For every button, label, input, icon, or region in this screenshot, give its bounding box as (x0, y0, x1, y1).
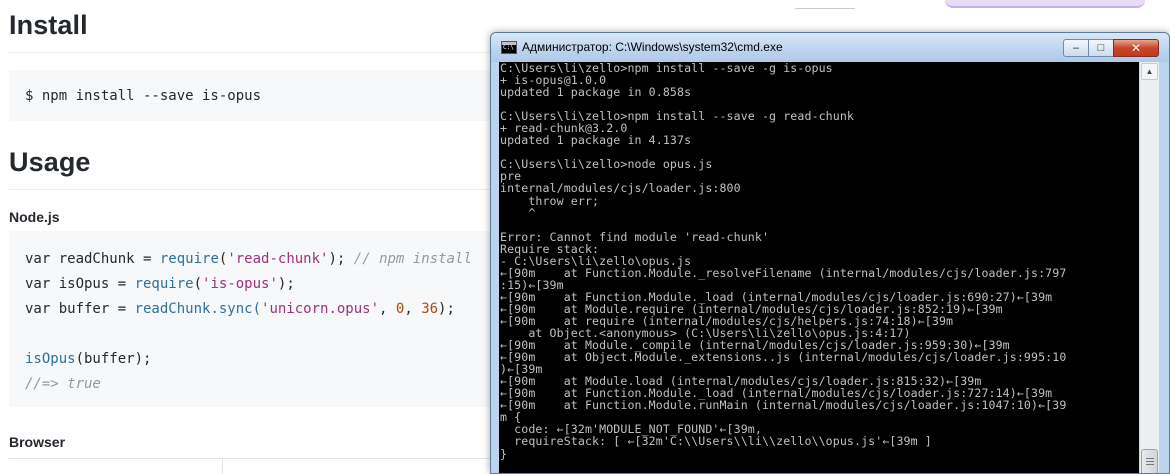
code-comment: // npm install (353, 251, 472, 267)
install-command: $ npm install --save is-opus (25, 88, 262, 104)
code-method: .sync( (210, 301, 262, 317)
usage-code-block[interactable]: var readChunk = require('read-chunk'); /… (9, 231, 499, 407)
code-text: (buffer); (75, 351, 152, 367)
code-line: var readChunk = require('read-chunk'); /… (25, 247, 499, 272)
vertical-scrollbar[interactable]: ▲ (1139, 62, 1159, 473)
code-line: var isOpus = require('is-opus'); (25, 272, 499, 297)
code-line: //=> true (25, 372, 499, 397)
code-text: ( (193, 276, 203, 292)
minimize-button[interactable]: ‒ (1063, 39, 1089, 57)
code-function: require (159, 251, 219, 267)
cmd-app-icon[interactable] (501, 41, 517, 54)
maximize-button[interactable]: □ (1088, 39, 1114, 57)
code-line: var buffer = readChunk.sync('unicorn.opu… (25, 297, 499, 322)
code-text: ); (328, 251, 354, 267)
code-string: 'read-chunk' (227, 251, 329, 267)
code-text: , (404, 301, 422, 317)
code-function: require (134, 276, 194, 292)
badge-strip (945, 0, 1145, 8)
code-text: ); (277, 276, 295, 292)
top-divider (795, 8, 855, 9)
install-heading: Install (9, 10, 88, 40)
page-top-decoration (795, 0, 1150, 10)
code-comment: //=> true (25, 376, 101, 392)
close-button[interactable]: ✕ (1113, 39, 1159, 57)
nodejs-heading: Node.js (9, 209, 60, 225)
scroll-up-arrow-icon[interactable]: ▲ (1141, 63, 1158, 80)
window-title: Администратор: C:\Windows\system32\cmd.e… (522, 40, 783, 54)
code-function: isOpus (25, 351, 76, 367)
console-output-area[interactable]: C:\Users\li\zello>npm install --save -g … (499, 62, 1139, 473)
code-string: 'is-opus' (202, 276, 278, 292)
table-border (9, 458, 499, 459)
title-bar[interactable]: Администратор: C:\Windows\system32\cmd.e… (491, 33, 1169, 62)
code-keyword: var (25, 251, 59, 267)
console-text: C:\Users\li\zello>npm install --save -g … (500, 62, 1067, 473)
table-column-border (222, 459, 223, 474)
code-line: isOpus(buffer); (25, 347, 499, 372)
code-string: 'unicorn.opus' (261, 301, 380, 317)
heading-divider (9, 189, 499, 190)
grip-icon (1146, 458, 1154, 465)
scrollbar-thumb[interactable] (1141, 449, 1158, 473)
usage-heading: Usage (9, 147, 91, 177)
code-keyword: var (25, 276, 59, 292)
code-text: buffer = (58, 301, 135, 317)
browser-heading: Browser (9, 434, 66, 450)
install-code-block[interactable]: $ npm install --save is-opus (9, 70, 499, 121)
code-text: ); (438, 301, 455, 317)
code-number: 36 (421, 301, 439, 317)
code-text: isOpus = (58, 276, 135, 292)
cmd-window[interactable]: Администратор: C:\Windows\system32\cmd.e… (490, 32, 1170, 474)
window-frame (1159, 62, 1169, 473)
heading-divider (9, 52, 499, 53)
code-keyword: var (25, 301, 59, 317)
code-function: readChunk (134, 301, 211, 317)
code-text: , (379, 301, 396, 317)
code-text: readChunk = (58, 251, 160, 267)
